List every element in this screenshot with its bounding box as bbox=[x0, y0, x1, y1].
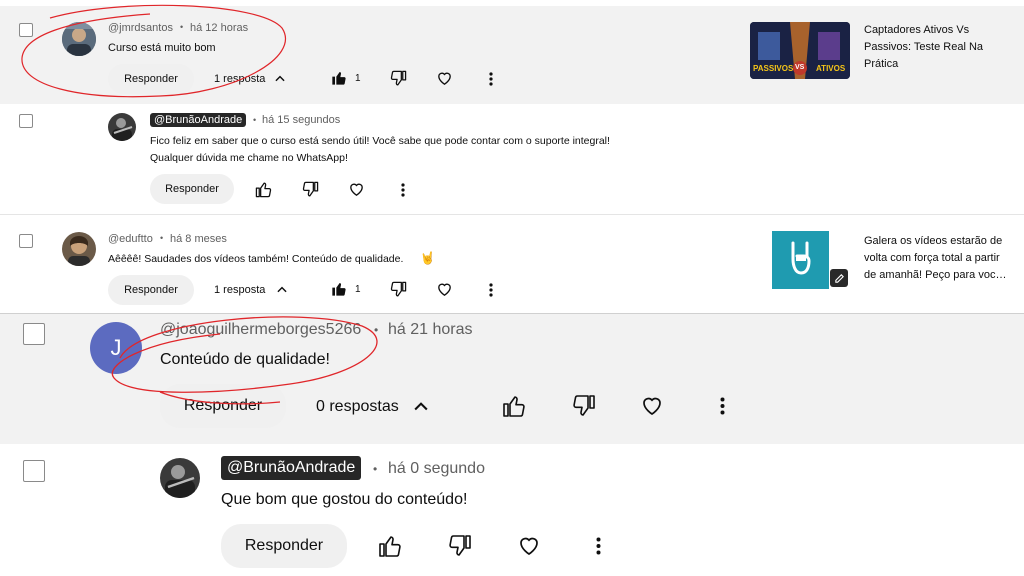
avatar[interactable] bbox=[108, 113, 136, 141]
separator-dot: • bbox=[373, 462, 378, 476]
dislike-icon[interactable] bbox=[572, 394, 596, 418]
reply-button[interactable]: Responder bbox=[160, 384, 286, 428]
channel-owner-badge[interactable]: @BrunãoAndrade bbox=[221, 456, 362, 480]
rock-hand-emoji: 🤘 bbox=[420, 251, 435, 265]
avatar[interactable] bbox=[62, 22, 96, 56]
heart-icon[interactable] bbox=[348, 181, 365, 198]
more-options-icon[interactable] bbox=[485, 70, 497, 87]
row-checkbox[interactable] bbox=[19, 234, 33, 248]
comment-text: Aêêêê! Saudades dos vídeos também! Conte… bbox=[108, 253, 404, 265]
like-icon[interactable] bbox=[255, 181, 272, 198]
comment-text-line2: Qualquer dúvida me chame no WhatsApp! bbox=[150, 152, 348, 164]
avatar[interactable] bbox=[160, 458, 200, 498]
reply-button[interactable]: Responder bbox=[108, 275, 194, 305]
row-checkbox[interactable] bbox=[19, 23, 33, 37]
row-checkbox[interactable] bbox=[23, 323, 45, 345]
dislike-icon[interactable] bbox=[390, 70, 407, 87]
replies-count-label: 1 resposta bbox=[214, 73, 266, 85]
comment-text-line1: Fico feliz em saber que o curso está sen… bbox=[150, 135, 610, 147]
separator-dot: • bbox=[253, 115, 257, 125]
thumbnail-label-left: PASSIVOS bbox=[753, 64, 794, 73]
reply-row: @BrunãoAndrade • há 15 segundos Fico fel… bbox=[0, 104, 1024, 214]
comment-time[interactable]: há 15 segundos bbox=[262, 114, 340, 126]
video-title[interactable]: Galera os vídeos estarão de volta com fo… bbox=[864, 233, 1009, 284]
comment-time[interactable]: há 8 meses bbox=[170, 233, 227, 245]
more-options-icon[interactable] bbox=[590, 534, 606, 558]
comment-row: @eduftto • há 8 meses Aêêêê! Saudades do… bbox=[0, 215, 1024, 313]
reply-button[interactable]: Responder bbox=[108, 64, 194, 94]
avatar-initial: J bbox=[110, 335, 122, 360]
like-filled-icon[interactable] bbox=[331, 281, 347, 297]
reply-row: @BrunãoAndrade • há 0 segundo Que bom qu… bbox=[0, 444, 1024, 576]
comment-row: @jmrdsantos • há 12 horas Curso está mui… bbox=[0, 4, 1024, 104]
like-count: 1 bbox=[355, 284, 361, 295]
chevron-up-icon bbox=[414, 402, 428, 411]
heart-icon[interactable] bbox=[436, 70, 453, 87]
reply-button-label: Responder bbox=[183, 397, 263, 414]
more-options-icon[interactable] bbox=[714, 394, 730, 418]
like-filled-icon[interactable] bbox=[331, 70, 347, 86]
comment-author[interactable]: @joaoguilhermeborges5266 bbox=[160, 321, 361, 339]
edit-icon[interactable] bbox=[830, 269, 848, 287]
reply-button-label: Responder bbox=[124, 284, 178, 296]
heart-icon[interactable] bbox=[517, 534, 541, 558]
separator-dot: • bbox=[374, 323, 379, 337]
like-icon[interactable] bbox=[502, 394, 526, 418]
rock-hand-icon bbox=[791, 241, 811, 275]
chevron-up-icon bbox=[277, 286, 287, 293]
reply-button[interactable]: Responder bbox=[221, 524, 347, 568]
more-options-icon[interactable] bbox=[397, 181, 409, 198]
reply-button-label: Responder bbox=[124, 73, 178, 85]
separator-dot: • bbox=[180, 22, 184, 32]
video-thumbnail[interactable]: PASSIVOS VS ATIVOS bbox=[750, 22, 850, 79]
dislike-icon[interactable] bbox=[390, 281, 407, 298]
comment-text: Curso está muito bom bbox=[108, 42, 216, 54]
reply-button-label: Responder bbox=[244, 537, 324, 554]
comment-text: Que bom que gostou do conteúdo! bbox=[221, 491, 468, 508]
comment-time[interactable]: há 12 horas bbox=[190, 22, 248, 34]
row-checkbox[interactable] bbox=[23, 460, 45, 482]
separator-dot: • bbox=[160, 233, 164, 243]
dislike-icon[interactable] bbox=[448, 534, 472, 558]
replies-toggle[interactable]: 1 resposta bbox=[214, 72, 287, 86]
heart-icon[interactable] bbox=[436, 281, 453, 298]
replies-toggle[interactable]: 1 resposta bbox=[214, 283, 289, 297]
video-thumbnail[interactable] bbox=[750, 231, 850, 289]
comment-time[interactable]: há 0 segundo bbox=[388, 460, 485, 478]
comment-time[interactable]: há 21 horas bbox=[388, 321, 473, 339]
thumbnail-label-right: ATIVOS bbox=[816, 64, 846, 73]
comment-row: J @joaoguilhermeborges5266 • há 21 horas… bbox=[0, 314, 1024, 444]
thumbnail-label-vs: VS bbox=[795, 64, 805, 71]
avatar[interactable]: J bbox=[90, 322, 142, 374]
like-icon[interactable] bbox=[378, 534, 402, 558]
replies-count-label: 1 resposta bbox=[214, 284, 266, 296]
row-checkbox[interactable] bbox=[19, 114, 33, 128]
comment-text: Conteúdo de qualidade! bbox=[160, 351, 330, 368]
reply-button[interactable]: Responder bbox=[150, 174, 234, 204]
like-count: 1 bbox=[355, 73, 361, 84]
chevron-up-icon bbox=[275, 75, 285, 82]
dislike-icon[interactable] bbox=[302, 181, 319, 198]
comment-author[interactable]: @eduftto bbox=[108, 233, 153, 245]
replies-count-label: 0 respostas bbox=[316, 398, 399, 415]
channel-owner-badge[interactable]: @BrunãoAndrade bbox=[150, 113, 247, 127]
more-options-icon[interactable] bbox=[485, 281, 497, 298]
heart-icon[interactable] bbox=[640, 394, 664, 418]
avatar[interactable] bbox=[62, 232, 96, 266]
reply-button-label: Responder bbox=[165, 183, 219, 195]
comment-author[interactable]: @jmrdsantos bbox=[108, 22, 173, 34]
video-title[interactable]: Captadores Ativos Vs Passivos: Teste Rea… bbox=[864, 22, 1004, 73]
replies-toggle[interactable]: 0 respostas bbox=[316, 397, 431, 417]
